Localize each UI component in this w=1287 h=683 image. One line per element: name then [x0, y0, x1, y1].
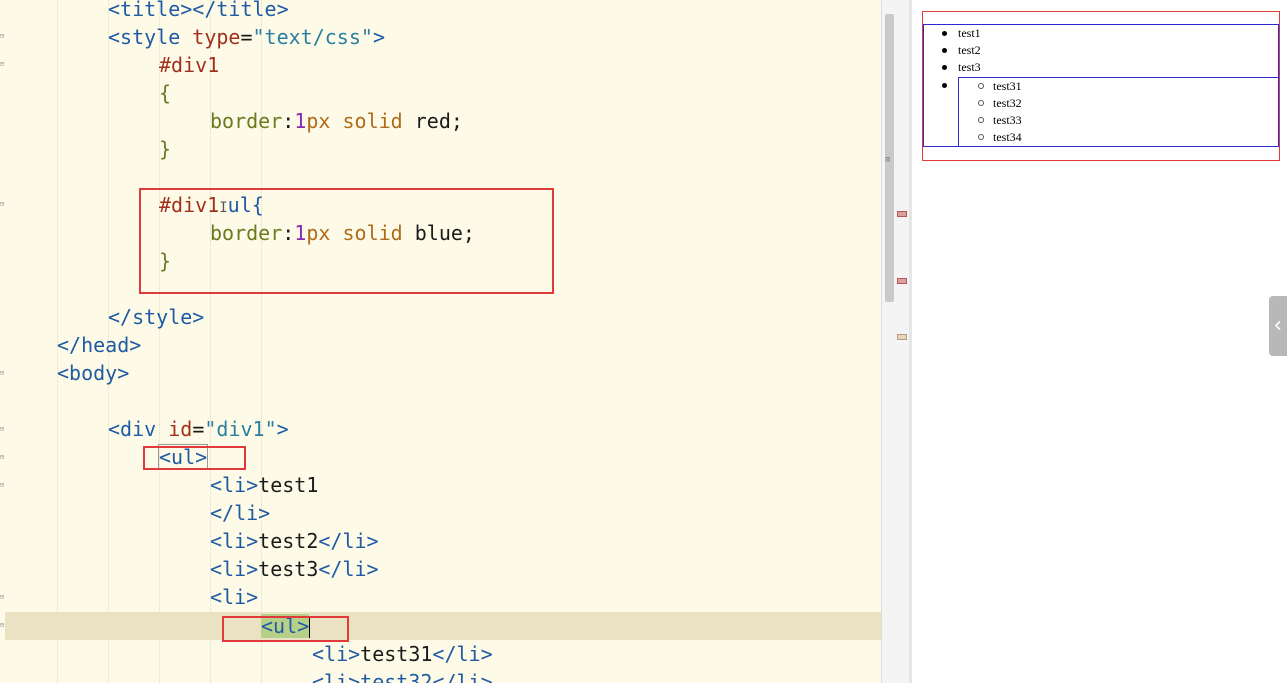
li-tag: <li>test32</li>	[312, 670, 493, 683]
code-line: <li>test31</li>	[312, 640, 493, 668]
nested-list-item: test31	[993, 79, 1022, 93]
fold-marker-icon[interactable]: ⊟	[0, 425, 5, 433]
bullet	[942, 48, 947, 53]
fold-marker-icon[interactable]: ⊟	[0, 369, 5, 377]
li-close-tag: </li>	[318, 529, 379, 553]
editor-scrollbar[interactable]: ≡	[881, 0, 910, 683]
li-tag: <li>	[312, 642, 361, 666]
nested-list-item: test34	[993, 130, 1022, 144]
error-marker[interactable]	[897, 278, 907, 284]
circle-bullet	[978, 83, 984, 89]
colon: :	[282, 109, 295, 133]
fold-marker-icon[interactable]: ⊟	[0, 32, 5, 40]
li-tag: <li>	[210, 557, 259, 581]
bullet	[942, 31, 947, 36]
nested-list-item: test33	[993, 113, 1022, 127]
title-tag: <title></title>	[108, 0, 289, 21]
li-close-tag: </li>	[210, 501, 271, 525]
li-tag: <li>	[210, 585, 259, 609]
code-line: {	[159, 79, 171, 107]
overview-ruler-icon: ≡	[885, 155, 891, 165]
li-text: test3	[258, 557, 319, 581]
code-line: <li>test32</li>	[312, 668, 493, 683]
list-item: test3	[958, 60, 981, 74]
unit: px	[306, 109, 331, 133]
brace: {	[159, 81, 172, 105]
equals: =	[240, 25, 253, 49]
tag-close: >	[372, 25, 385, 49]
style-close-tag: </style>	[108, 305, 205, 329]
circle-bullet	[978, 100, 984, 106]
code-line: </style>	[108, 303, 204, 331]
attr-value: "text/css"	[252, 25, 373, 49]
code-line: </li>	[210, 499, 270, 527]
fold-marker-icon[interactable]: ⊟	[0, 481, 5, 489]
head-close-tag: </head>	[57, 333, 142, 357]
annotation-box-ul1	[143, 446, 246, 470]
code-line: <body>	[57, 359, 129, 387]
css-keyword: solid	[342, 109, 403, 133]
list-item: test2	[958, 43, 981, 57]
body-tag: <body>	[57, 361, 130, 385]
tag-close: >	[276, 417, 289, 441]
bullet	[942, 65, 947, 70]
circle-bullet	[978, 117, 984, 123]
code-line: border:1px solid red;	[210, 107, 463, 135]
css-value: red;	[414, 109, 463, 133]
inner-ul-box: test31 test32 test33 test34	[958, 77, 1279, 147]
code-line: <title></title>	[108, 0, 289, 23]
nested-list-item: test32	[993, 96, 1022, 110]
code-line: </head>	[57, 331, 141, 359]
code-line: <li>test1	[210, 471, 318, 499]
attr-name: type	[192, 25, 241, 49]
fold-marker-icon[interactable]: ⊟	[0, 200, 5, 208]
bullet	[942, 83, 947, 88]
number: 1	[294, 109, 307, 133]
li-text: test2	[258, 529, 319, 553]
error-marker[interactable]	[897, 211, 907, 217]
outer-ul-box: test1 test2 test3 test31 test32 test33 t…	[923, 24, 1279, 147]
li-text: test1	[258, 473, 319, 497]
equals: =	[192, 417, 205, 441]
code-line: #div1	[159, 51, 219, 79]
fold-marker-icon[interactable]: ⊟	[0, 60, 5, 68]
code-line: <li>test3</li>	[210, 555, 379, 583]
div1-box: test1 test2 test3 test31 test32 test33 t…	[922, 11, 1280, 161]
style-tag: <style	[108, 25, 181, 49]
attr-name: id	[168, 417, 193, 441]
attr-value: "div1"	[204, 417, 277, 441]
circle-bullet	[978, 134, 984, 140]
css-property: border	[210, 109, 283, 133]
chevron-left-icon: ‹	[1271, 313, 1285, 338]
div-tag: <div	[108, 417, 157, 441]
li-close-tag: </li>	[318, 557, 379, 581]
annotation-box-selector	[139, 188, 554, 294]
fold-marker-icon[interactable]: ⊟	[0, 453, 5, 461]
li-tag: <li>	[210, 529, 259, 553]
li-close-tag: </li>	[432, 642, 493, 666]
code-line: <style type="text/css">	[108, 23, 385, 51]
code-line: <div id="div1">	[108, 415, 289, 443]
browser-preview: test1 test2 test3 test31 test32 test33 t…	[909, 0, 1287, 683]
collapse-panel-button[interactable]: ‹	[1269, 296, 1287, 356]
code-line: <li>test2</li>	[210, 527, 379, 555]
code-editor[interactable]: ⊟ ⊟ ⊟ ⊟ ⊟ ⊟ ⊟ ⊟ ⊟ <title></title> <style…	[0, 0, 881, 683]
brace: }	[159, 137, 172, 161]
current-line-highlight	[5, 612, 881, 640]
list-item: test1	[958, 26, 981, 40]
code-line: }	[159, 135, 171, 163]
annotation-box-ul2	[222, 616, 349, 642]
li-text: test31	[360, 642, 433, 666]
css-selector: #div1	[159, 53, 220, 77]
fold-marker-icon[interactable]: ⊟	[0, 593, 5, 601]
li-tag: <li>	[210, 473, 259, 497]
warning-marker[interactable]	[897, 334, 907, 340]
code-line: <li>	[210, 583, 258, 611]
